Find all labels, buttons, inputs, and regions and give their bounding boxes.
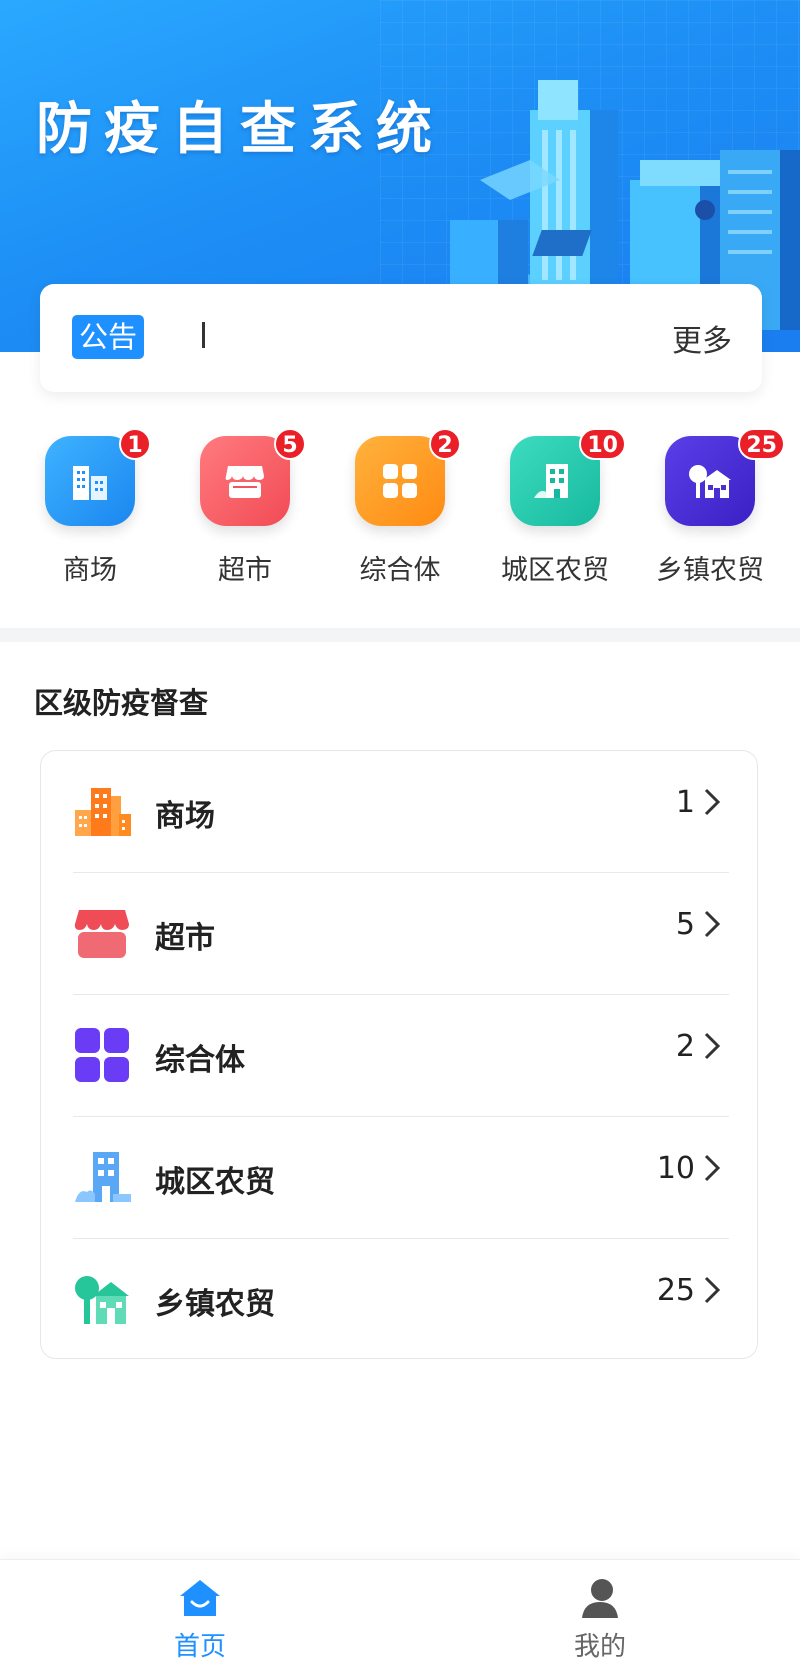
- notice-bar[interactable]: 公告 更多: [40, 284, 762, 392]
- list-item-label: 超市: [155, 921, 215, 956]
- home-icon: [180, 1580, 220, 1616]
- town-market-icon: 25: [665, 428, 785, 526]
- building-icon: [75, 788, 131, 836]
- category-badge: 2: [429, 428, 461, 460]
- category-item-complex[interactable]: 2 综合体: [325, 428, 475, 590]
- app-title: 防疫自查系统: [36, 97, 444, 162]
- chevron-right-icon: [704, 1276, 721, 1304]
- store-icon: [74, 910, 129, 958]
- building-icon: 1: [45, 428, 151, 526]
- grid-icon: 2: [355, 428, 461, 526]
- list-item-label: 城区农贸: [155, 1165, 275, 1200]
- tab-home-label: 首页: [173, 1632, 226, 1662]
- section-title: 区级防疫督查: [34, 686, 209, 720]
- list-item-label: 综合体: [155, 1043, 245, 1078]
- bottom-nav: 首页 我的: [0, 1560, 800, 1679]
- category-item-mall[interactable]: 1 商场: [15, 428, 165, 590]
- category-badge: 1: [119, 428, 151, 460]
- tab-mine-label: 我的: [573, 1632, 626, 1662]
- notice-more-link[interactable]: 更多: [672, 316, 732, 360]
- category-item-city-market[interactable]: 10 城区农贸: [480, 428, 630, 590]
- user-icon: [582, 1579, 618, 1618]
- list-item-mall[interactable]: 商场 1: [73, 751, 729, 873]
- category-item-town-market[interactable]: 25 乡镇农贸: [635, 428, 785, 590]
- list-item-count: 10: [656, 1151, 695, 1186]
- list-item-town-market[interactable]: 乡镇农贸 25: [73, 1239, 729, 1361]
- category-label: 超市: [218, 555, 272, 586]
- section-divider: [0, 628, 800, 642]
- tab-home[interactable]: 首页: [100, 1560, 300, 1679]
- list-item-count: 1: [675, 785, 695, 820]
- list-item-complex[interactable]: 综合体 2: [73, 995, 729, 1117]
- chevron-right-icon: [704, 1154, 721, 1182]
- city-market-icon: [75, 1152, 131, 1202]
- list-item-label: 乡镇农贸: [155, 1287, 275, 1322]
- chevron-right-icon: [704, 788, 721, 816]
- category-badge: 5: [274, 428, 306, 460]
- grid-icon: [75, 1028, 129, 1082]
- list-item-supermarket[interactable]: 超市 5: [73, 873, 729, 995]
- category-label: 城区农贸: [501, 555, 609, 586]
- list-item-count: 25: [656, 1273, 695, 1308]
- list-item-city-market[interactable]: 城区农贸 10: [73, 1117, 729, 1239]
- category-badge: 10: [579, 428, 626, 460]
- list-item-count: 2: [675, 1029, 695, 1064]
- notice-text-cursor: [202, 322, 205, 348]
- town-market-icon: [75, 1276, 129, 1324]
- category-label: 乡镇农贸: [656, 555, 764, 586]
- tab-mine[interactable]: 我的: [500, 1560, 700, 1679]
- category-item-supermarket[interactable]: 5 超市: [170, 428, 320, 590]
- chevron-right-icon: [704, 1032, 721, 1060]
- city-market-icon: 10: [510, 428, 626, 526]
- category-grid: 1 商场 5 超市 2 综合体 10 城区农贸 25 乡镇农贸: [0, 428, 800, 590]
- store-icon: 5: [200, 428, 306, 526]
- list-item-label: 商场: [155, 799, 215, 834]
- notice-tag: 公告: [72, 315, 145, 359]
- category-badge: 25: [738, 428, 785, 460]
- category-label: 综合体: [359, 555, 441, 586]
- chevron-right-icon: [704, 910, 721, 938]
- inspection-list: 商场 1 超市 5 综合体 2 城区农贸 10 乡镇农贸 25: [40, 750, 758, 1359]
- category-label: 商场: [63, 555, 117, 586]
- list-item-count: 5: [675, 907, 695, 942]
